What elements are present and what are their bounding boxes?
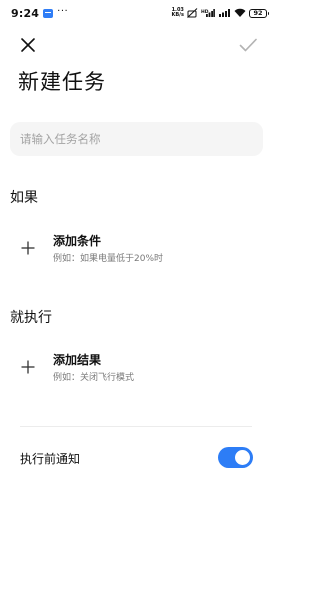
signal-icon <box>218 8 231 18</box>
task-name-input[interactable] <box>10 122 263 156</box>
status-time: 9:24 <box>11 6 40 20</box>
then-section-heading: 就执行 <box>10 310 52 326</box>
add-result-row[interactable]: 添加结果 例如：关闭飞行模式 <box>0 347 273 389</box>
confirm-button[interactable] <box>237 34 259 56</box>
network-speed-unit: KB/s <box>171 12 185 18</box>
battery-level: 92 <box>253 8 263 17</box>
add-result-label: 添加结果 <box>53 353 102 367</box>
add-result-hint: 例如：关闭飞行模式 <box>53 373 135 383</box>
notify-before-run-label: 执行前通知 <box>20 452 81 466</box>
signal-hd-icon: HD <box>201 8 215 18</box>
network-speed: 1.03 KB/s <box>171 7 185 19</box>
add-condition-hint: 例如：如果电量低于20%时 <box>53 254 164 264</box>
checkmark-icon <box>239 38 257 52</box>
add-condition-row[interactable]: 添加条件 例如：如果电量低于20%时 <box>0 228 273 270</box>
no-sim-icon <box>187 8 198 18</box>
divider <box>20 426 252 427</box>
if-section-heading: 如果 <box>10 190 38 206</box>
wifi-icon <box>234 8 246 18</box>
plus-icon <box>21 241 35 255</box>
status-bar: 9:24 ··· 1.03 KB/s HD 92 <box>0 0 273 26</box>
notify-before-run-toggle[interactable] <box>218 447 253 468</box>
status-right: 1.03 KB/s HD 92 <box>171 6 269 20</box>
close-button[interactable] <box>17 34 39 56</box>
more-notifications-indicator: ··· <box>57 6 69 17</box>
plus-icon <box>21 360 35 374</box>
toggle-knob <box>235 450 250 465</box>
app-notification-icon <box>43 8 54 18</box>
svg-text:HD: HD <box>201 9 209 15</box>
page-title: 新建任务 <box>18 70 106 94</box>
add-condition-label: 添加条件 <box>53 234 102 248</box>
status-left: 9:24 ··· <box>11 6 68 20</box>
battery-icon: 92 <box>249 8 269 18</box>
close-icon <box>21 38 35 52</box>
notify-before-run-row: 执行前通知 <box>0 444 273 472</box>
